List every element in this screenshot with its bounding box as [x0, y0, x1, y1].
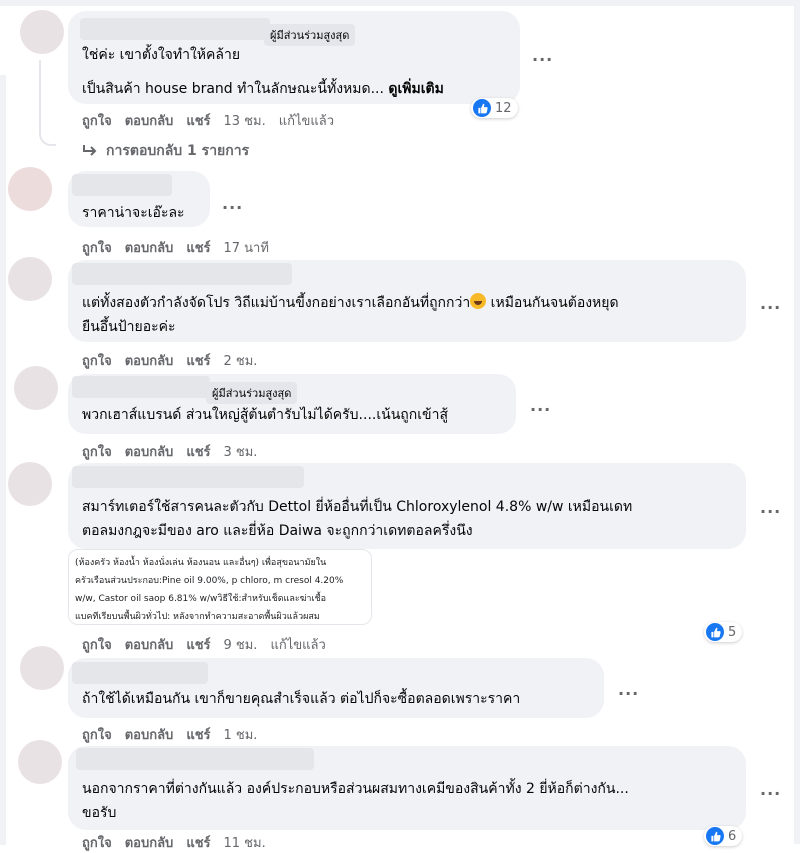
commenter-name[interactable]	[72, 466, 304, 488]
avatar[interactable]	[8, 257, 52, 301]
comment-text: ราคาน่าจะเอ๊ะละ	[82, 205, 185, 221]
like-button[interactable]: ถูกใจ	[82, 441, 112, 462]
timestamp[interactable]: 17 นาที	[224, 237, 269, 258]
like-button[interactable]: ถูกใจ	[82, 634, 112, 655]
avatar[interactable]	[18, 740, 62, 784]
avatar[interactable]	[20, 646, 64, 690]
share-button[interactable]: แชร์	[186, 237, 210, 258]
edited-label[interactable]: แก้ไขแล้ว	[270, 634, 325, 655]
like-reaction-icon	[706, 623, 724, 641]
reply-thread-line	[39, 60, 56, 146]
image-text-line: w/w, Castor oil saop 6.81% w/wวิธีใช้:สำ…	[75, 594, 327, 604]
comment-text: ยืนอึ้นป้ายอะค่ะ	[82, 319, 176, 335]
image-text-line: แบคทีเรียบนพื้นผิวทั่วไป: หลังจากทำความส…	[75, 612, 320, 622]
comment-actions: ถูกใจ ตอบกลับ แชร์ 17 นาที	[82, 237, 269, 258]
commenter-name[interactable]	[72, 263, 292, 285]
more-options-icon[interactable]: ...	[760, 498, 781, 517]
more-options-icon[interactable]: ...	[532, 46, 553, 65]
comment-text: พวกเฮาส์แบรนด์ ส่วนใหญ่สู้ต้นตำรับไม่ได้…	[82, 407, 448, 423]
more-options-icon[interactable]: ...	[760, 294, 781, 313]
reply-button[interactable]: ตอบกลับ	[125, 724, 174, 745]
comment-actions: ถูกใจ ตอบกลับ แชร์ 2 ชม.	[82, 350, 257, 371]
comment-text: สมาร์ทเตอร์ใช้สารคนละตัวกับ Dettol ยี่ห้…	[82, 499, 633, 515]
reply-button[interactable]: ตอบกลับ	[125, 634, 174, 655]
see-more-link[interactable]: ดูเพิ่มเติม	[388, 81, 443, 97]
reaction-count-text: 12	[495, 100, 512, 116]
comment-actions: ถูกใจ ตอบกลับ แชร์ 11 ชม.	[82, 832, 266, 853]
timestamp[interactable]: 3 ชม.	[224, 441, 258, 462]
commenter-name[interactable]	[72, 376, 210, 398]
comment-text: นอกจากราคาที่ต่างกันแล้ว องค์ประกอบหรือส…	[82, 781, 629, 797]
like-button[interactable]: ถูกใจ	[82, 237, 112, 258]
commenter-name[interactable]	[72, 662, 208, 684]
reaction-count[interactable]: 6	[704, 826, 743, 846]
comment-text: ถ้าใช้ได้เหมือนกัน เขาก็ขายคุณสำเร็จแล้ว…	[82, 691, 521, 707]
like-reaction-icon	[473, 99, 491, 117]
image-text-line: (ห้องครัว ห้องน้ำ ห้องนั่งเล่น ห้องนอน แ…	[75, 558, 327, 568]
more-options-icon[interactable]: ...	[618, 680, 639, 699]
attached-image[interactable]: (ห้องครัว ห้องน้ำ ห้องนั่งเล่น ห้องนอน แ…	[68, 549, 372, 625]
view-replies-link[interactable]: การตอบกลับ 1 รายการ	[82, 140, 249, 162]
comment-text: แต่ทั้งสองตัวกำลังจัดโปร วิถีแม่บ้านขี้ง…	[82, 290, 619, 316]
like-reaction-icon	[706, 827, 724, 845]
reply-button[interactable]: ตอบกลับ	[125, 832, 174, 853]
top-divider	[0, 0, 800, 6]
comment-text-part: เป็นสินค้า house brand ทำในลักษณะนี้ทั้ง…	[82, 81, 389, 97]
reaction-count-text: 6	[728, 828, 737, 844]
comment-text-part: แต่ทั้งสองตัวกำลังจัดโปร วิถีแม่บ้านขี้ง…	[82, 295, 471, 311]
comment-text: เป็นสินค้า house brand ทำในลักษณะนี้ทั้ง…	[82, 76, 444, 102]
reaction-count-text: 5	[728, 624, 737, 640]
comment-text-part: เหมือนกันจนต้องหยุด	[486, 295, 619, 311]
image-text-line: ครัวเรือนส่วนประกอบ:Pine oil 9.00%, p ch…	[75, 576, 344, 586]
comment-actions: ถูกใจ ตอบกลับ แชร์ 9 ชม. แก้ไขแล้ว	[82, 634, 326, 655]
avatar[interactable]	[8, 462, 52, 506]
like-button[interactable]: ถูกใจ	[82, 350, 112, 371]
view-replies-text: การตอบกลับ 1 รายการ	[106, 143, 250, 159]
more-options-icon[interactable]: ...	[530, 396, 551, 415]
timestamp[interactable]: 1 ชม.	[224, 724, 258, 745]
comment-text: ตอลมงกฎจะมีของ aro และยี่ห้อ Daiwa จะถูก…	[82, 523, 473, 539]
like-button[interactable]: ถูกใจ	[82, 724, 112, 745]
top-contributor-badge: ผู้มีส่วนร่วมสูงสุด	[264, 24, 356, 46]
share-button[interactable]: แชร์	[186, 110, 210, 131]
reply-arrow-icon	[83, 145, 97, 156]
avatar[interactable]	[14, 366, 58, 410]
like-button[interactable]: ถูกใจ	[82, 832, 112, 853]
commenter-name[interactable]	[72, 174, 172, 196]
timestamp[interactable]: 9 ชม.	[224, 634, 258, 655]
more-options-icon[interactable]: ...	[760, 780, 781, 799]
reaction-count[interactable]: 5	[704, 622, 743, 642]
commenter-name[interactable]	[76, 748, 314, 770]
left-gutter	[0, 75, 6, 845]
comment-text: ใช่ค่ะ เขาตั้งใจทำให้คล้าย	[82, 47, 241, 63]
share-button[interactable]: แชร์	[186, 441, 210, 462]
right-gutter	[794, 0, 800, 844]
avatar[interactable]	[20, 10, 64, 54]
comment-actions: ถูกใจ ตอบกลับ แชร์ 13 ชม. แก้ไขแล้ว	[82, 110, 334, 131]
commenter-name[interactable]	[80, 18, 270, 40]
reply-button[interactable]: ตอบกลับ	[125, 441, 174, 462]
timestamp[interactable]: 11 ชม.	[224, 832, 266, 853]
reaction-count[interactable]: 12	[471, 98, 518, 118]
share-button[interactable]: แชร์	[186, 832, 210, 853]
share-button[interactable]: แชร์	[186, 724, 210, 745]
reply-button[interactable]: ตอบกลับ	[125, 110, 174, 131]
timestamp[interactable]: 13 ชม.	[224, 110, 266, 131]
edited-label[interactable]: แก้ไขแล้ว	[279, 110, 334, 131]
more-options-icon[interactable]: ...	[222, 194, 243, 213]
laughing-emoji-icon	[470, 293, 487, 309]
share-button[interactable]: แชร์	[186, 350, 210, 371]
share-button[interactable]: แชร์	[186, 634, 210, 655]
avatar[interactable]	[8, 167, 52, 211]
comment-actions: ถูกใจ ตอบกลับ แชร์ 1 ชม.	[82, 724, 257, 745]
reply-button[interactable]: ตอบกลับ	[125, 237, 174, 258]
reply-button[interactable]: ตอบกลับ	[125, 350, 174, 371]
timestamp[interactable]: 2 ชม.	[224, 350, 258, 371]
comment-actions: ถูกใจ ตอบกลับ แชร์ 3 ชม.	[82, 441, 257, 462]
top-contributor-badge: ผู้มีส่วนร่วมสูงสุด	[206, 382, 298, 404]
like-button[interactable]: ถูกใจ	[82, 110, 112, 131]
comment-text: ขอรับ	[82, 805, 117, 821]
